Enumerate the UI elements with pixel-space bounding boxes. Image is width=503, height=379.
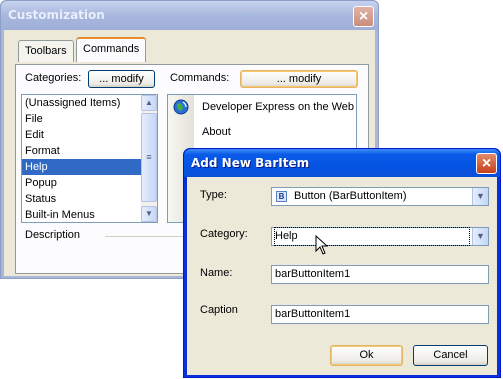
categories-modify-button[interactable]: ... modify [88, 70, 155, 88]
category-combo[interactable]: Help ▼ [271, 227, 489, 246]
scroll-down-button[interactable]: ▼ [141, 206, 157, 222]
mouse-cursor-icon [315, 234, 329, 255]
chevron-down-icon: ▼ [145, 209, 153, 218]
list-item[interactable]: Edit [22, 127, 157, 143]
list-item[interactable]: Format [22, 143, 157, 159]
add-bar-item-client: Type: B Button (BarButtonItem) ▼ Categor… [187, 177, 497, 375]
add-bar-item-close-button[interactable]: × [476, 153, 497, 174]
cancel-label: Cancel [433, 349, 468, 361]
commands-label: Commands: [170, 72, 230, 84]
categories-modify-label: ... modify [99, 73, 144, 85]
customization-title: Customization [8, 8, 105, 22]
category-value: Help [274, 227, 470, 246]
tab-commands[interactable]: Commands [76, 37, 147, 62]
list-item-selected[interactable]: Help [22, 159, 142, 175]
list-item[interactable]: File [22, 111, 157, 127]
type-value: Button (BarButtonItem) [294, 190, 407, 202]
categories-scrollbar[interactable]: ▲ ≡ ▼ [141, 95, 157, 222]
button-item-icon: B [276, 191, 287, 202]
close-icon: × [481, 155, 492, 172]
chevron-down-icon: ▼ [476, 191, 485, 201]
ok-label: Ok [359, 349, 374, 361]
name-field[interactable]: barButtonItem1 [271, 265, 489, 284]
commands-modify-label: ... modify [276, 73, 322, 85]
scroll-thumb[interactable]: ≡ [141, 113, 157, 202]
tab-toolbars-label: Toolbars [25, 45, 67, 57]
categories-list[interactable]: (Unassigned Items) File Edit Format Help… [21, 94, 158, 223]
caption-label: Caption [200, 304, 238, 316]
add-bar-item-dialog: Add New BarItem × Type: B Button (BarBut… [183, 148, 501, 378]
description-label: Description [25, 229, 81, 241]
globe-icon [173, 99, 189, 115]
customization-close-button[interactable]: × [353, 6, 374, 27]
list-item[interactable]: Popup [22, 175, 157, 191]
type-dropdown-button[interactable]: ▼ [472, 188, 488, 205]
tab-commands-label: Commands [83, 43, 140, 55]
close-icon: × [358, 8, 369, 25]
add-bar-item-title: Add New BarItem [191, 156, 310, 170]
customization-title-bar[interactable]: Customization × [1, 1, 378, 30]
category-dropdown-button[interactable]: ▼ [472, 228, 488, 245]
list-item[interactable]: Status [22, 191, 157, 207]
cancel-button[interactable]: Cancel [413, 345, 488, 366]
category-label: Category: [200, 228, 248, 240]
name-value: barButtonItem1 [275, 268, 351, 280]
tab-toolbars[interactable]: Toolbars [18, 40, 74, 62]
list-item[interactable]: Developer Express on the Web [202, 101, 354, 113]
list-item[interactable]: (Unassigned Items) [22, 95, 157, 111]
description-divider [105, 236, 185, 237]
type-combo[interactable]: B Button (BarButtonItem) ▼ [271, 187, 489, 206]
scroll-up-button[interactable]: ▲ [141, 95, 157, 111]
list-item[interactable]: About [202, 126, 231, 138]
type-label: Type: [200, 189, 227, 201]
categories-label: Categories: [25, 72, 82, 84]
chevron-up-icon: ▲ [145, 98, 153, 107]
add-bar-item-title-bar[interactable]: Add New BarItem × [184, 149, 500, 177]
chevron-down-icon: ▼ [476, 231, 485, 241]
list-item[interactable]: Built-in Menus [22, 207, 157, 223]
caption-value: barButtonItem1 [275, 308, 351, 320]
commands-modify-button[interactable]: ... modify [240, 70, 358, 88]
caption-field[interactable]: barButtonItem1 [271, 305, 489, 324]
grip-icon: ≡ [146, 152, 152, 162]
name-label: Name: [200, 267, 233, 279]
ok-button[interactable]: Ok [330, 345, 403, 366]
